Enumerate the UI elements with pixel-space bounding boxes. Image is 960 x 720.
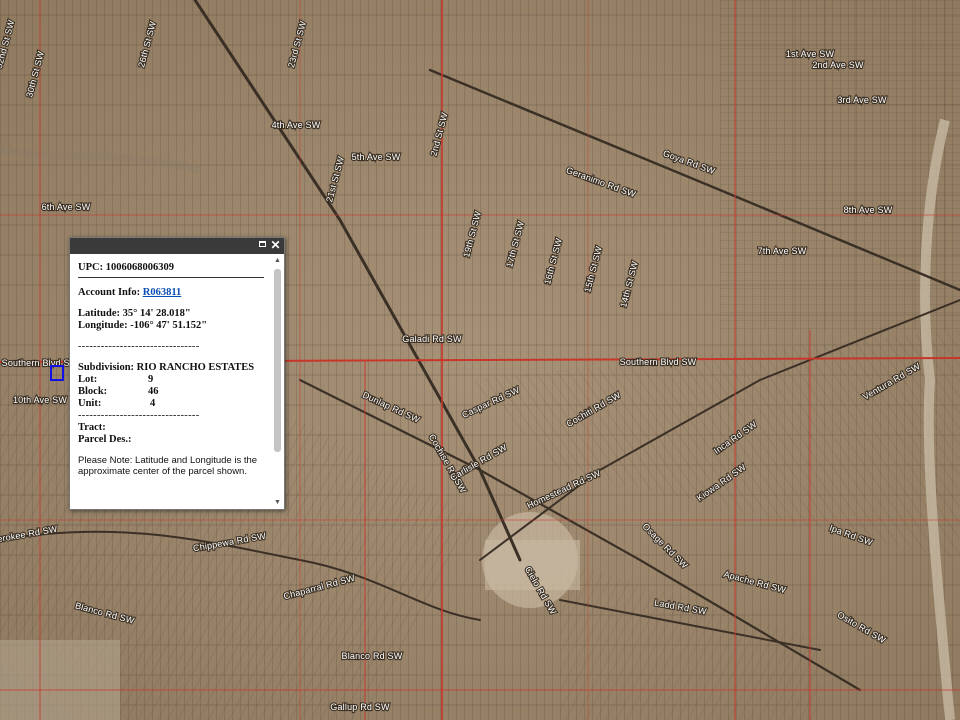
road-label: Southern Blvd SW [620, 357, 697, 367]
road-label: 4th Ave SW [272, 120, 321, 130]
road-label: 3rd Ave SW [837, 95, 887, 105]
block-label: Block: [78, 386, 108, 397]
popup-titlebar: ✕ [70, 238, 284, 254]
road-label: 8th Ave SW [844, 205, 893, 215]
maximize-icon[interactable] [257, 240, 268, 251]
road-label: 7th Ave SW [758, 246, 807, 256]
road-label: 2nd Ave SW [812, 60, 864, 70]
parcel-des-label: Parcel Des.: [78, 434, 132, 445]
divider-2: -------------------------------- [78, 410, 200, 421]
selected-parcel-outline[interactable] [50, 365, 64, 381]
parcel-info-popup: ✕ UPC: 1006068006309 Account Info: R0638… [69, 237, 285, 510]
account-link[interactable]: R063811 [143, 287, 182, 298]
road-label: Southern Blvd SW [2, 358, 79, 368]
longitude-text: Longitude: -106° 47' 51.152" [78, 320, 208, 331]
tract-label: Tract: [78, 422, 106, 433]
lot-value: 9 [148, 374, 154, 385]
upc-text: UPC: 1006068006309 [78, 262, 264, 278]
road-label: 1st Ave SW [786, 49, 835, 59]
block-value: 46 [148, 386, 159, 397]
unit-value: 4 [150, 398, 156, 409]
road-label: Galadi Rd SW [402, 334, 462, 344]
popup-content: UPC: 1006068006309 Account Info: R063811… [78, 262, 264, 502]
unit-label: Unit: [78, 398, 102, 409]
latitude-text: Latitude: 35° 14' 28.018" [78, 308, 191, 319]
close-icon[interactable]: ✕ [270, 239, 281, 251]
scroll-thumb[interactable] [274, 269, 281, 452]
lot-label: Lot: [78, 374, 98, 385]
road-label: Blanco Rd SW [342, 651, 403, 661]
scroll-up-icon[interactable]: ▲ [273, 257, 282, 265]
coordinates-note: Please Note: Latitude and Longitude is t… [78, 455, 258, 477]
road-label: 5th Ave SW [352, 152, 401, 162]
road-label: 10th Ave SW [13, 395, 67, 405]
divider: -------------------------------- [78, 341, 200, 352]
popup-scrollbar[interactable]: ▲ ▼ [273, 255, 282, 509]
road-label: Gallup Rd SW [330, 702, 390, 712]
road-label: 6th Ave SW [42, 202, 91, 212]
subdivision-text: Subdivision: RIO RANCHO ESTATES [78, 362, 255, 373]
scroll-down-icon[interactable]: ▼ [273, 499, 282, 507]
account-label: Account Info: [78, 287, 141, 298]
